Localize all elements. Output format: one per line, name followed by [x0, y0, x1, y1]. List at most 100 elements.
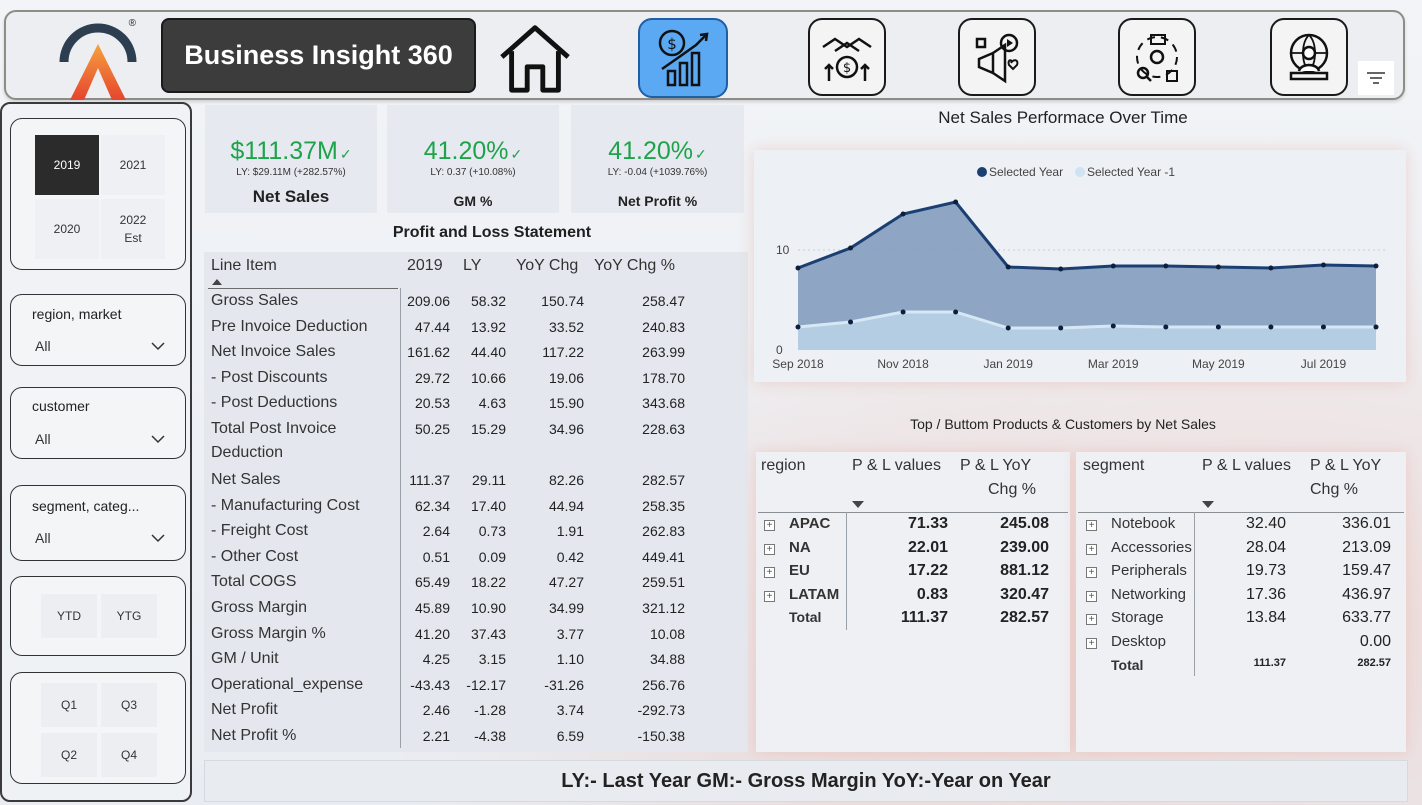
region-value: All — [35, 338, 51, 354]
expand-icon[interactable]: + — [1086, 590, 1097, 602]
total-label: Total — [1111, 656, 1144, 673]
data-point[interactable] — [1005, 264, 1011, 270]
data-point[interactable] — [848, 319, 854, 325]
data-point[interactable] — [900, 211, 906, 217]
pl-yoy-pct-value: 178.70 — [642, 369, 685, 386]
sort-desc-icon — [1202, 501, 1214, 508]
data-point[interactable] — [1215, 264, 1221, 270]
row-yoy-pct: 336.01 — [1342, 515, 1391, 532]
data-point[interactable] — [953, 309, 959, 315]
pl-ly-value: 4.63 — [478, 395, 506, 412]
data-point[interactable] — [1005, 325, 1011, 331]
year-2020-tile[interactable]: 2020 — [35, 199, 99, 259]
segment-dropdown[interactable]: segment, categ... All — [10, 485, 186, 561]
nav-home-button[interactable] — [496, 18, 574, 96]
data-point[interactable] — [1373, 324, 1379, 330]
data-point[interactable] — [795, 265, 801, 271]
col-header-yoy-chg[interactable]: YoY Chg — [516, 257, 578, 275]
col-header-year[interactable]: 2019 — [407, 257, 443, 275]
quarter-slicer: Q1 Q3 Q2 Q4 — [10, 672, 186, 784]
expand-icon[interactable]: + — [1086, 638, 1097, 649]
data-point[interactable] — [953, 199, 959, 205]
q3-tile[interactable]: Q3 — [101, 683, 157, 727]
col-header-region[interactable]: region — [761, 457, 805, 475]
col-header-pl-values[interactable]: P & L values — [1202, 457, 1291, 475]
expand-icon[interactable]: + — [1086, 520, 1097, 531]
expand-icon[interactable]: + — [1086, 543, 1097, 555]
legend-label[interactable]: Selected Year -1 — [1087, 165, 1175, 179]
finance-icon: $ — [658, 29, 709, 87]
nav-supply-chain-button[interactable] — [1118, 18, 1196, 96]
data-point[interactable] — [1215, 324, 1221, 330]
pl-yoy-pct-value: 282.57 — [642, 472, 685, 488]
header-divider — [758, 512, 1068, 513]
col-header-ly[interactable]: LY — [463, 257, 481, 275]
year-slicer: 2019 2021 2020 2022 Est — [10, 118, 186, 270]
data-point[interactable] — [1163, 324, 1169, 330]
nav-finance-button[interactable]: $ — [638, 18, 728, 98]
customer-label: customer — [32, 398, 90, 414]
data-point[interactable] — [1320, 324, 1326, 330]
x-tick-label: Jan 2019 — [983, 357, 1033, 371]
data-point[interactable] — [1058, 266, 1064, 272]
ytd-label: YTD — [57, 609, 81, 623]
nav-marketing-button[interactable] — [958, 18, 1036, 96]
check-icon: ✓ — [695, 146, 707, 162]
col-header-chg-pct[interactable]: Chg % — [1310, 481, 1358, 499]
region-dropdown[interactable]: region, market All — [10, 294, 186, 366]
row-value: 71.33 — [907, 515, 948, 532]
nav-sales-button[interactable]: $ — [808, 18, 886, 96]
nav-executive-button[interactable] — [1270, 18, 1348, 96]
data-point[interactable] — [1110, 323, 1116, 329]
pl-line-item: - Manufacturing Cost — [211, 496, 360, 514]
pl-yoy-value: 19.06 — [548, 369, 584, 386]
q1-tile[interactable]: Q1 — [41, 683, 97, 727]
row-label: Desktop — [1111, 633, 1167, 650]
year-2022-tile[interactable]: 2022 Est — [101, 199, 165, 259]
pl-yoy-value: 44.94 — [548, 497, 584, 514]
expand-icon[interactable]: + — [764, 543, 775, 555]
data-point[interactable] — [1058, 325, 1064, 331]
filter-menu-button[interactable] — [1358, 61, 1394, 95]
total-label: Total — [789, 609, 822, 625]
kpi-label: Net Profit % — [617, 193, 698, 209]
marketing-icon — [975, 33, 1019, 84]
customer-dropdown[interactable]: customer All — [10, 387, 186, 459]
data-point[interactable] — [900, 309, 906, 315]
col-header-line-item[interactable]: Line Item — [211, 257, 277, 275]
expand-icon[interactable]: + — [1086, 567, 1097, 579]
col-header-pl-yoy[interactable]: P & L YoY — [960, 457, 1031, 475]
pl-yoy-pct-value: 240.83 — [642, 318, 685, 335]
col-header-pl-yoy[interactable]: P & L YoY — [1310, 457, 1381, 475]
expand-icon[interactable]: + — [1086, 614, 1097, 626]
col-header-yoy-pct[interactable]: YoY Chg % — [594, 257, 675, 275]
row-yoy-pct: 881.12 — [1000, 562, 1049, 579]
data-point[interactable] — [848, 245, 854, 251]
pl-line-item: - Freight Cost — [211, 522, 308, 540]
expand-icon[interactable]: + — [764, 567, 775, 578]
data-point[interactable] — [1268, 324, 1274, 330]
data-point[interactable] — [1110, 263, 1116, 269]
q4-tile[interactable]: Q4 — [101, 733, 157, 777]
data-point[interactable] — [1320, 262, 1326, 268]
col-header-chg-pct[interactable]: Chg % — [988, 481, 1036, 499]
data-point[interactable] — [1163, 263, 1169, 269]
col-header-segment[interactable]: segment — [1083, 457, 1144, 475]
ytd-tile[interactable]: YTD — [41, 594, 97, 638]
pl-yoy-value: 15.90 — [548, 395, 584, 412]
data-point[interactable] — [1268, 265, 1274, 271]
data-point[interactable] — [1373, 263, 1379, 269]
pl-yoy-pct-value: 258.35 — [642, 497, 685, 514]
q2-tile[interactable]: Q2 — [41, 733, 97, 777]
pl-line-item: Gross Margin % — [211, 624, 326, 642]
year-2021-tile[interactable]: 2021 — [101, 135, 165, 195]
year-2019-tile[interactable]: 2019 — [35, 135, 99, 195]
col-header-pl-values[interactable]: P & L values — [852, 457, 941, 475]
expand-icon[interactable]: + — [764, 520, 775, 531]
data-point[interactable] — [795, 324, 801, 330]
legend-label[interactable]: Selected Year — [989, 165, 1063, 179]
legend-marker — [1075, 167, 1085, 177]
expand-icon[interactable]: + — [764, 590, 775, 602]
bottom-section-title: Top / Buttom Products & Customers by Net… — [910, 416, 1216, 432]
ytg-tile[interactable]: YTG — [101, 594, 157, 638]
